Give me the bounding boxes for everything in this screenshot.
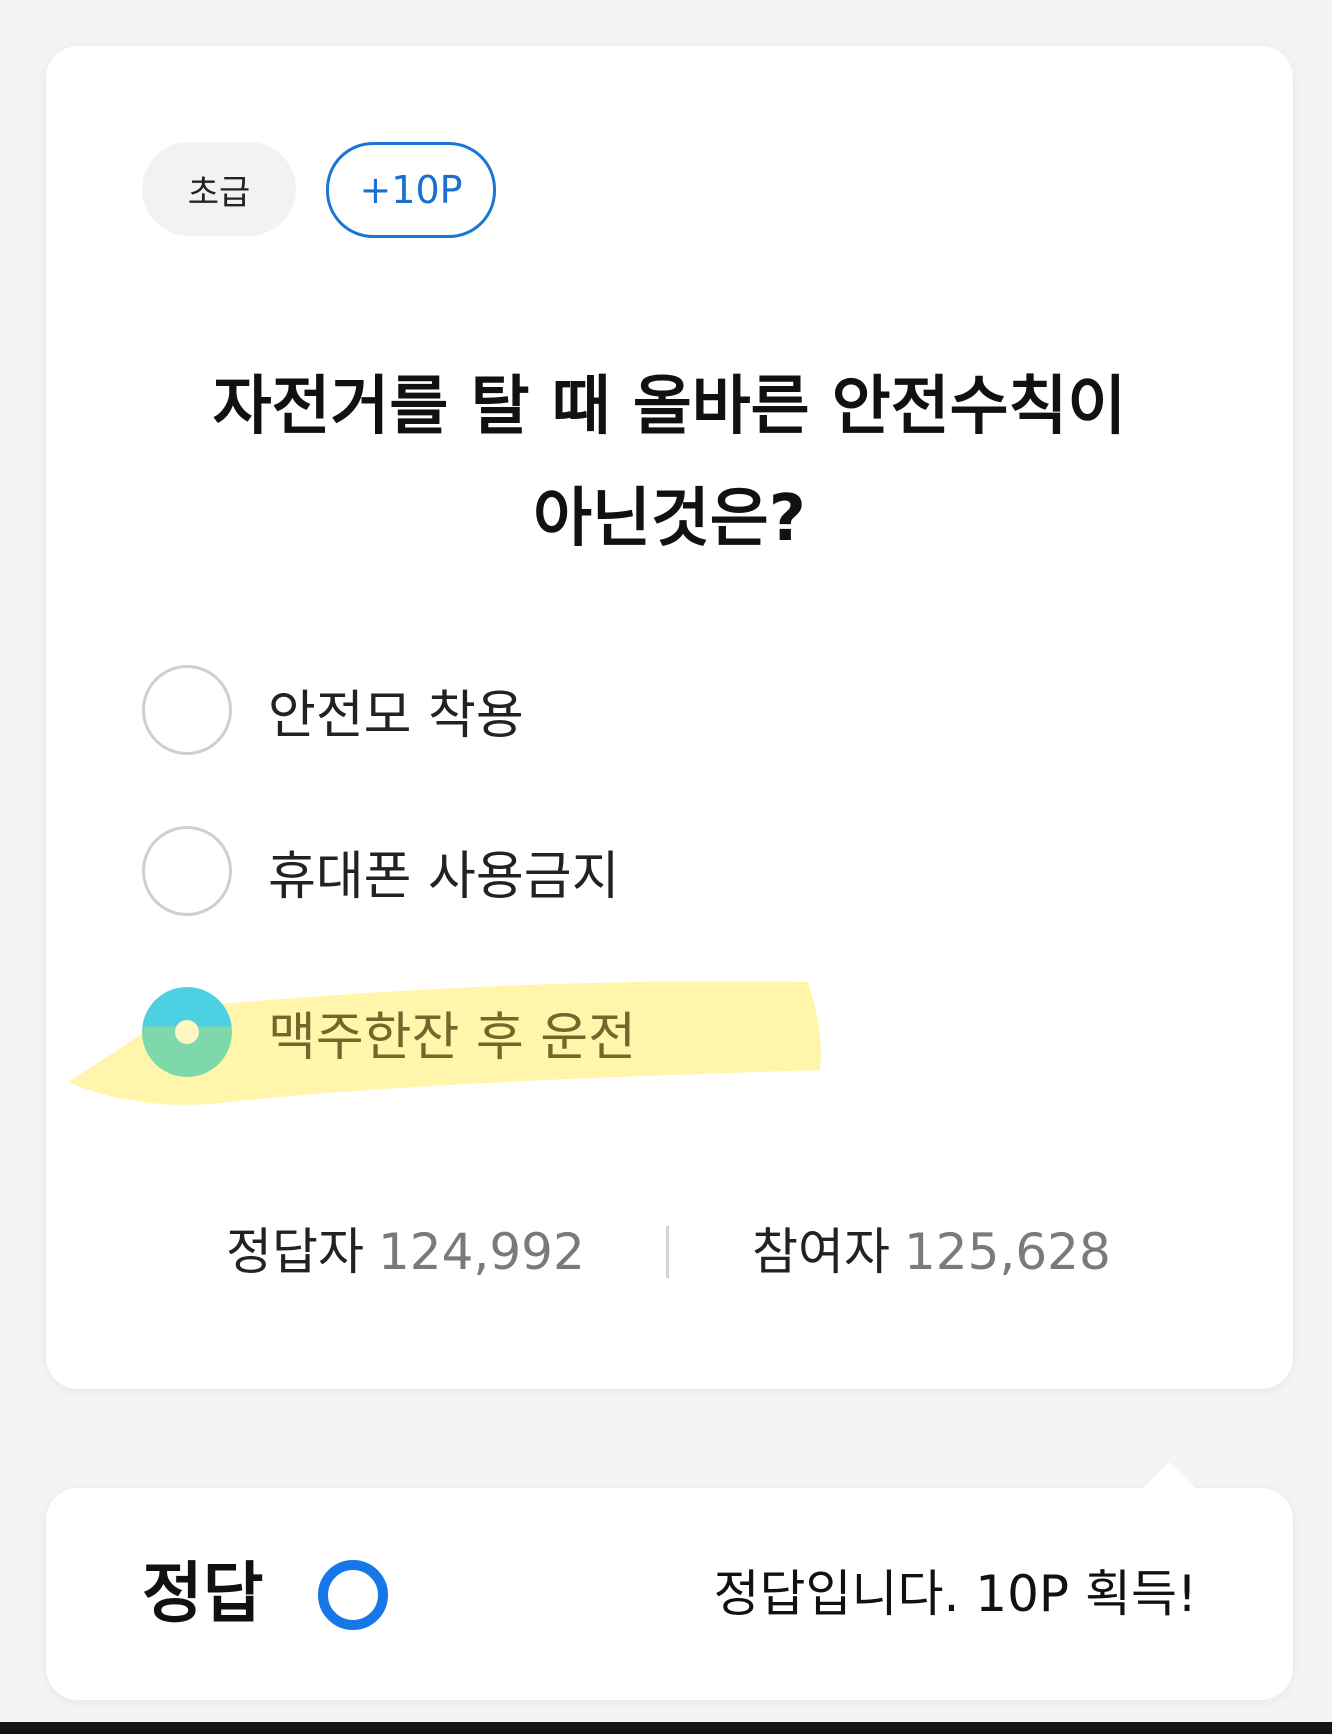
radio-button-selected[interactable] [142, 987, 232, 1077]
question-line-1: 자전거를 탈 때 올바른 안전수칙이 [212, 370, 1127, 444]
radio-button[interactable] [142, 826, 232, 916]
correct-count-label: 정답자 [226, 1223, 364, 1281]
result-card: 정답 정답입니다. 10P 획득! [46, 1462, 1293, 1700]
tooltip-pointer [1141, 1462, 1197, 1490]
quiz-card: 초급 +10P 자전거를 탈 때 올바른 안전수칙이 아닌것은? 안전모 착용 … [46, 46, 1293, 1389]
participant-count: 참여자 125,628 [752, 1212, 1111, 1292]
correct-count: 정답자 124,992 [226, 1212, 585, 1292]
option-1[interactable]: 안전모 착용 [142, 662, 1142, 758]
stats-divider [666, 1226, 669, 1278]
result-message: 정답입니다. 10P 획득! [713, 1565, 1198, 1623]
option-label: 안전모 착용 [268, 685, 524, 746]
circle-correct-icon [318, 1560, 388, 1630]
bottom-edge [0, 1722, 1332, 1734]
radio-button[interactable] [142, 665, 232, 755]
tag-row: 초급 +10P [142, 142, 496, 238]
points-badge: +10P [326, 142, 496, 238]
option-label: 맥주한잔 후 운전 [268, 1007, 636, 1068]
question-line-2: 아닌것은? [533, 482, 806, 556]
participant-count-value: 125,628 [904, 1223, 1111, 1281]
stats-row: 정답자 124,992 참여자 125,628 [46, 1212, 1293, 1292]
participant-count-label: 참여자 [752, 1223, 890, 1281]
option-label: 휴대폰 사용금지 [268, 846, 620, 907]
question-text: 자전거를 탈 때 올바른 안전수칙이 아닌것은? [46, 351, 1293, 575]
level-badge: 초급 [142, 142, 296, 236]
option-2[interactable]: 휴대폰 사용금지 [142, 823, 1142, 919]
result-title: 정답 [142, 1555, 264, 1632]
correct-count-value: 124,992 [378, 1223, 585, 1281]
